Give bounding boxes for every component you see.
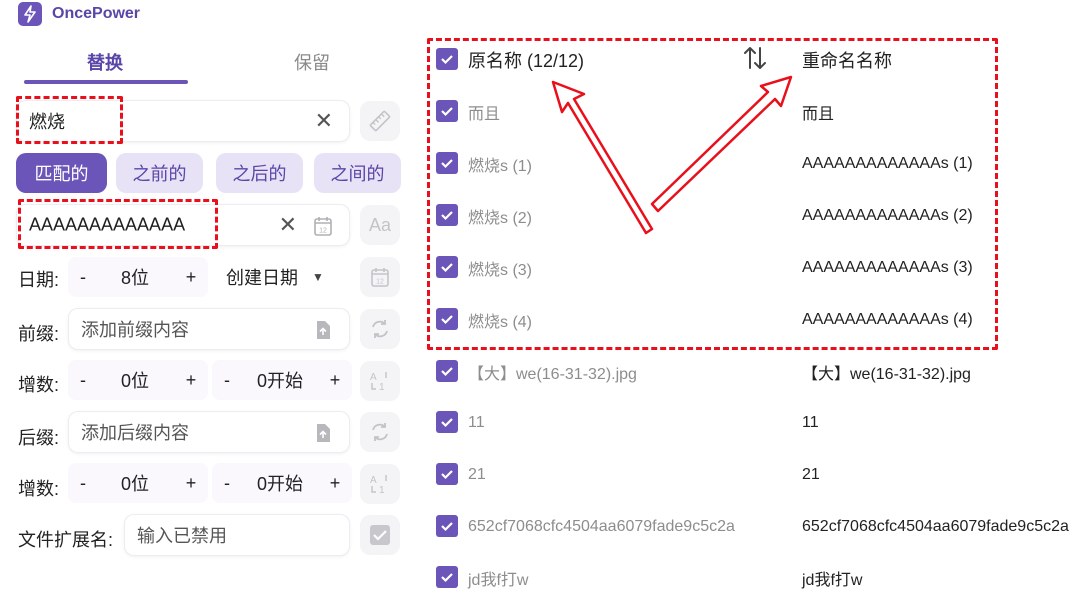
renamed-name: 652cf7068cfc4504aa6079fade9c5c2a (802, 518, 1069, 535)
check-icon (441, 522, 453, 532)
clear-find-icon[interactable]: ✕ (315, 110, 333, 132)
increment1-start-increment[interactable]: + (320, 360, 350, 400)
mode-after-button[interactable]: 之后的 (216, 153, 303, 193)
upload-file-icon[interactable] (315, 320, 331, 345)
sort-letters-icon: A1 (370, 372, 387, 393)
increment2-start-decrement[interactable]: - (212, 463, 242, 503)
prefix-refresh-button[interactable] (360, 309, 400, 349)
increment1-label: 增数: (18, 375, 60, 395)
row-checkbox[interactable] (436, 515, 458, 537)
date-type-value: 创建日期 (226, 268, 298, 288)
extension-toggle-checkbox[interactable] (360, 515, 400, 555)
increment2-digits-decrement[interactable]: - (68, 463, 98, 503)
dropdown-arrow-icon: ▼ (312, 270, 324, 284)
check-icon (441, 418, 453, 428)
replace-highlight (18, 199, 218, 249)
svg-text:A: A (370, 475, 377, 486)
increment2-digits-increment[interactable]: + (176, 463, 206, 503)
original-name: 652cf7068cfc4504aa6079fade9c5c2a (468, 518, 735, 535)
suffix-refresh-button[interactable] (360, 412, 400, 452)
prefix-field[interactable]: 添加前缀内容 (68, 308, 350, 350)
calendar-icon: 12 (371, 268, 389, 287)
date-calendar-button[interactable]: 12 (360, 257, 400, 297)
svg-text:A: A (370, 372, 377, 383)
original-name: 【大】we(16-31-32).jpg (468, 366, 637, 383)
tab-keep[interactable]: 保留 (222, 40, 402, 84)
calendar-icon[interactable]: 12 (313, 215, 333, 242)
row-checkbox[interactable] (436, 360, 458, 382)
date-increment-button[interactable]: + (176, 257, 206, 297)
svg-text:12: 12 (376, 279, 384, 286)
suffix-input-placeholder[interactable]: 添加后缀内容 (81, 419, 189, 445)
date-decrement-button[interactable]: - (68, 257, 98, 297)
suffix-field[interactable]: 添加后缀内容 (68, 411, 350, 453)
row-checkbox[interactable] (436, 566, 458, 588)
increment2-sort-button[interactable]: A1 (360, 464, 400, 504)
suffix-label: 后缀: (18, 428, 60, 448)
date-label: 日期: (18, 270, 60, 290)
date-digits-value[interactable]: 8位 (100, 257, 170, 297)
tab-replace[interactable]: 替换 (22, 40, 188, 84)
find-highlight (16, 96, 123, 144)
prefix-input-placeholder[interactable]: 添加前缀内容 (81, 316, 189, 342)
list-item[interactable]: 【大】we(16-31-32).jpg 【大】we(16-31-32).jpg (436, 352, 1080, 392)
row-checkbox[interactable] (436, 463, 458, 485)
prefix-label: 前缀: (18, 324, 60, 344)
svg-text:1: 1 (379, 382, 385, 393)
list-item[interactable]: jd我f打w jd我f打w (436, 558, 1080, 598)
check-icon (441, 573, 453, 583)
increment2-start-value[interactable]: 0开始 (244, 463, 316, 503)
sort-letters-icon: A1 (370, 475, 387, 496)
list-item[interactable]: 11 11 (436, 403, 1080, 443)
list-highlight (427, 38, 998, 350)
increment1-digits-value[interactable]: 0位 (100, 360, 170, 400)
text-case-icon: Aa (368, 214, 392, 235)
original-name: 21 (468, 466, 486, 483)
active-tab-indicator (24, 80, 188, 84)
increment2-start-increment[interactable]: + (320, 463, 350, 503)
renamed-name: 21 (802, 466, 820, 483)
date-type-select[interactable]: 创建日期 ▼ (218, 257, 348, 297)
extension-field[interactable]: 输入已禁用 (124, 514, 350, 556)
increment1-start-value[interactable]: 0开始 (244, 360, 316, 400)
upload-file-icon[interactable] (315, 423, 331, 448)
list-item[interactable]: 21 21 (436, 455, 1080, 495)
mode-before-button[interactable]: 之前的 (116, 153, 203, 193)
increment2-label: 增数: (18, 479, 60, 499)
lightning-logo-icon (18, 2, 42, 26)
refresh-icon (372, 320, 388, 338)
refresh-icon (372, 423, 388, 441)
app-header: OncePower (18, 2, 140, 26)
svg-text:1: 1 (379, 485, 385, 496)
renamed-name: jd我f打w (802, 572, 863, 589)
extension-input-placeholder[interactable]: 输入已禁用 (137, 522, 227, 548)
renamed-name: 11 (802, 414, 819, 431)
app-name: OncePower (52, 5, 141, 22)
original-name: 11 (468, 414, 485, 431)
increment1-start-decrement[interactable]: - (212, 360, 242, 400)
increment1-digits-increment[interactable]: + (176, 360, 206, 400)
original-name: jd我f打w (468, 572, 529, 589)
check-icon (441, 470, 453, 480)
increment2-digits-value[interactable]: 0位 (100, 463, 170, 503)
clear-replace-icon[interactable]: ✕ (279, 214, 297, 236)
mode-match-button[interactable]: 匹配的 (16, 153, 107, 193)
check-icon (441, 367, 453, 377)
case-button[interactable]: Aa (360, 205, 400, 245)
mode-between-button[interactable]: 之间的 (314, 153, 401, 193)
increment1-digits-decrement[interactable]: - (68, 360, 98, 400)
checkbox-check-icon (370, 525, 390, 545)
mode-tabs: 替换 保留 (22, 40, 362, 86)
ruler-icon (369, 110, 391, 132)
extension-label: 文件扩展名: (18, 530, 114, 550)
svg-text:12: 12 (319, 228, 327, 235)
list-item[interactable]: 652cf7068cfc4504aa6079fade9c5c2a 652cf70… (436, 507, 1080, 547)
renamed-name: 【大】we(16-31-32).jpg (802, 366, 971, 383)
ruler-button[interactable] (360, 101, 400, 141)
row-checkbox[interactable] (436, 411, 458, 433)
increment1-sort-button[interactable]: A1 (360, 361, 400, 401)
